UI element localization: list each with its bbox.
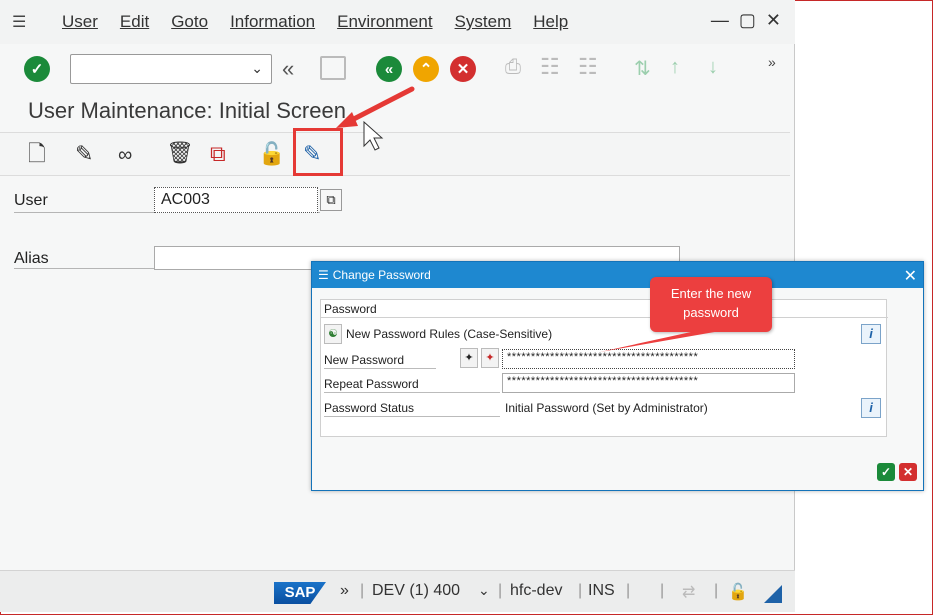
menu-user[interactable]: User — [62, 12, 98, 32]
repeat-password-field[interactable]: **************************************** — [502, 373, 795, 393]
cancel-icon[interactable]: ✕ — [450, 56, 476, 82]
dialog-titlebar: ☰ Change Password ✕ — [312, 262, 923, 288]
underline — [324, 416, 500, 417]
dialog-menu-icon[interactable]: ☰ — [318, 268, 329, 282]
more-icon[interactable]: » — [768, 54, 776, 70]
separator: | — [360, 582, 365, 599]
new-password-label: New Password — [324, 353, 405, 367]
lock-icon: 🔓 — [728, 584, 748, 601]
underline — [324, 368, 436, 369]
clear-password-icon[interactable]: ✦ — [481, 348, 499, 368]
callout: Enter the new password — [650, 277, 772, 332]
lock-icon[interactable]: 🔓 — [258, 143, 285, 165]
check-icon[interactable]: ✓ — [24, 56, 50, 82]
cancel-button[interactable]: ✕ — [899, 463, 917, 481]
password-status-value: Initial Password (Set by Administrator) — [505, 401, 708, 415]
chevron-down-icon[interactable]: ⌄ — [251, 60, 263, 77]
user-label: User — [14, 192, 48, 209]
info-icon[interactable]: i — [861, 398, 881, 418]
copy-icon[interactable]: ⧉ — [210, 143, 226, 165]
resize-grip-icon[interactable] — [764, 585, 782, 603]
value-help-icon[interactable]: ⧉ — [320, 189, 342, 211]
confirm-button[interactable]: ✓ — [877, 463, 895, 481]
separator: | — [498, 582, 503, 599]
exit-icon[interactable]: ⌃ — [413, 56, 439, 82]
close-icon[interactable]: ✕ — [766, 10, 781, 31]
application-toolbar: 🗋 ✎ ∞ 🗑 ⧉ 🔓 ✎ — [0, 132, 790, 176]
display-icon[interactable]: ∞ — [118, 145, 132, 165]
menu-system[interactable]: System — [455, 12, 512, 32]
expand-icon[interactable]: » — [340, 582, 349, 600]
change-icon[interactable]: ✎ — [75, 143, 93, 165]
status-bar: SAP » | DEV (1) 400 ⌄ | hfc-dev | INS | … — [0, 570, 795, 612]
save-icon[interactable] — [320, 56, 346, 80]
menu-information[interactable]: Information — [230, 12, 315, 32]
underline — [324, 392, 500, 393]
change-password-dialog: ☰ Change Password ✕ Password ☯ New Passw… — [311, 261, 924, 491]
password-group-header: Password — [321, 300, 888, 318]
back-icon[interactable]: « — [376, 56, 402, 82]
maximize-icon[interactable]: ▢ — [739, 10, 756, 31]
info-icon[interactable]: i — [861, 324, 881, 344]
insert-mode[interactable]: INS — [588, 582, 615, 600]
rules-label[interactable]: New Password Rules (Case-Sensitive) — [346, 327, 552, 341]
page-title: User Maintenance: Initial Screen — [28, 98, 346, 123]
password-group: Password ☯ New Password Rules (Case-Sens… — [320, 299, 888, 437]
minimize-icon[interactable]: — — [711, 10, 729, 31]
password-status-label: Password Status — [324, 401, 415, 415]
separator: | — [660, 582, 665, 599]
menu-icon[interactable]: ☰ — [12, 12, 40, 32]
menu-goto[interactable]: Goto — [171, 12, 208, 32]
user-field[interactable]: AC003 — [154, 187, 318, 213]
new-password-field[interactable]: **************************************** — [502, 349, 795, 369]
rules-icon[interactable]: ☯ — [324, 324, 342, 344]
print-icon[interactable]: ⎙ — [505, 56, 521, 79]
create-icon[interactable]: 🗋 — [28, 143, 46, 165]
dialog-title: Change Password — [332, 268, 431, 282]
separator: | — [626, 582, 631, 599]
separator: | — [714, 582, 719, 599]
menubar: ☰ User Edit Goto Information Environment… — [0, 0, 795, 44]
double-left-icon[interactable]: « — [282, 56, 294, 82]
command-input[interactable] — [75, 56, 245, 82]
command-field[interactable]: ⌄ — [70, 54, 272, 84]
close-icon[interactable]: ✕ — [904, 266, 917, 286]
sap-logo: SAP — [274, 582, 326, 604]
separator: | — [578, 582, 583, 599]
connection-icon: ⇄ — [682, 584, 696, 601]
chevron-down-icon[interactable]: ⌄ — [478, 582, 490, 599]
highlight-box — [293, 128, 343, 176]
menu-help[interactable]: Help — [533, 12, 568, 32]
alias-label: Alias — [14, 250, 49, 267]
menu-environment[interactable]: Environment — [337, 12, 432, 32]
menu-edit[interactable]: Edit — [120, 12, 149, 32]
system-info[interactable]: DEV (1) 400 — [372, 582, 460, 600]
previous-page-icon[interactable]: ↑ — [670, 56, 680, 79]
window-controls: — ▢ ✕ — [711, 10, 781, 31]
generate-password-icon[interactable]: ✦ — [460, 348, 478, 368]
repeat-password-label: Repeat Password — [324, 377, 419, 391]
delete-icon[interactable]: 🗑 — [166, 142, 194, 164]
system-toolbar: ✓ ⌄ « « ⌃ ✕ ⎙ ☷ ☷ ⇅ ↑ ↓ » — [0, 44, 795, 94]
find-icon[interactable]: ☷ — [540, 54, 560, 80]
first-page-icon[interactable]: ⇅ — [634, 56, 651, 81]
find-next-icon[interactable]: ☷ — [578, 54, 598, 80]
alias-label-underline — [14, 268, 154, 269]
next-page-icon[interactable]: ↓ — [708, 56, 718, 79]
host-info: hfc-dev — [510, 582, 563, 599]
